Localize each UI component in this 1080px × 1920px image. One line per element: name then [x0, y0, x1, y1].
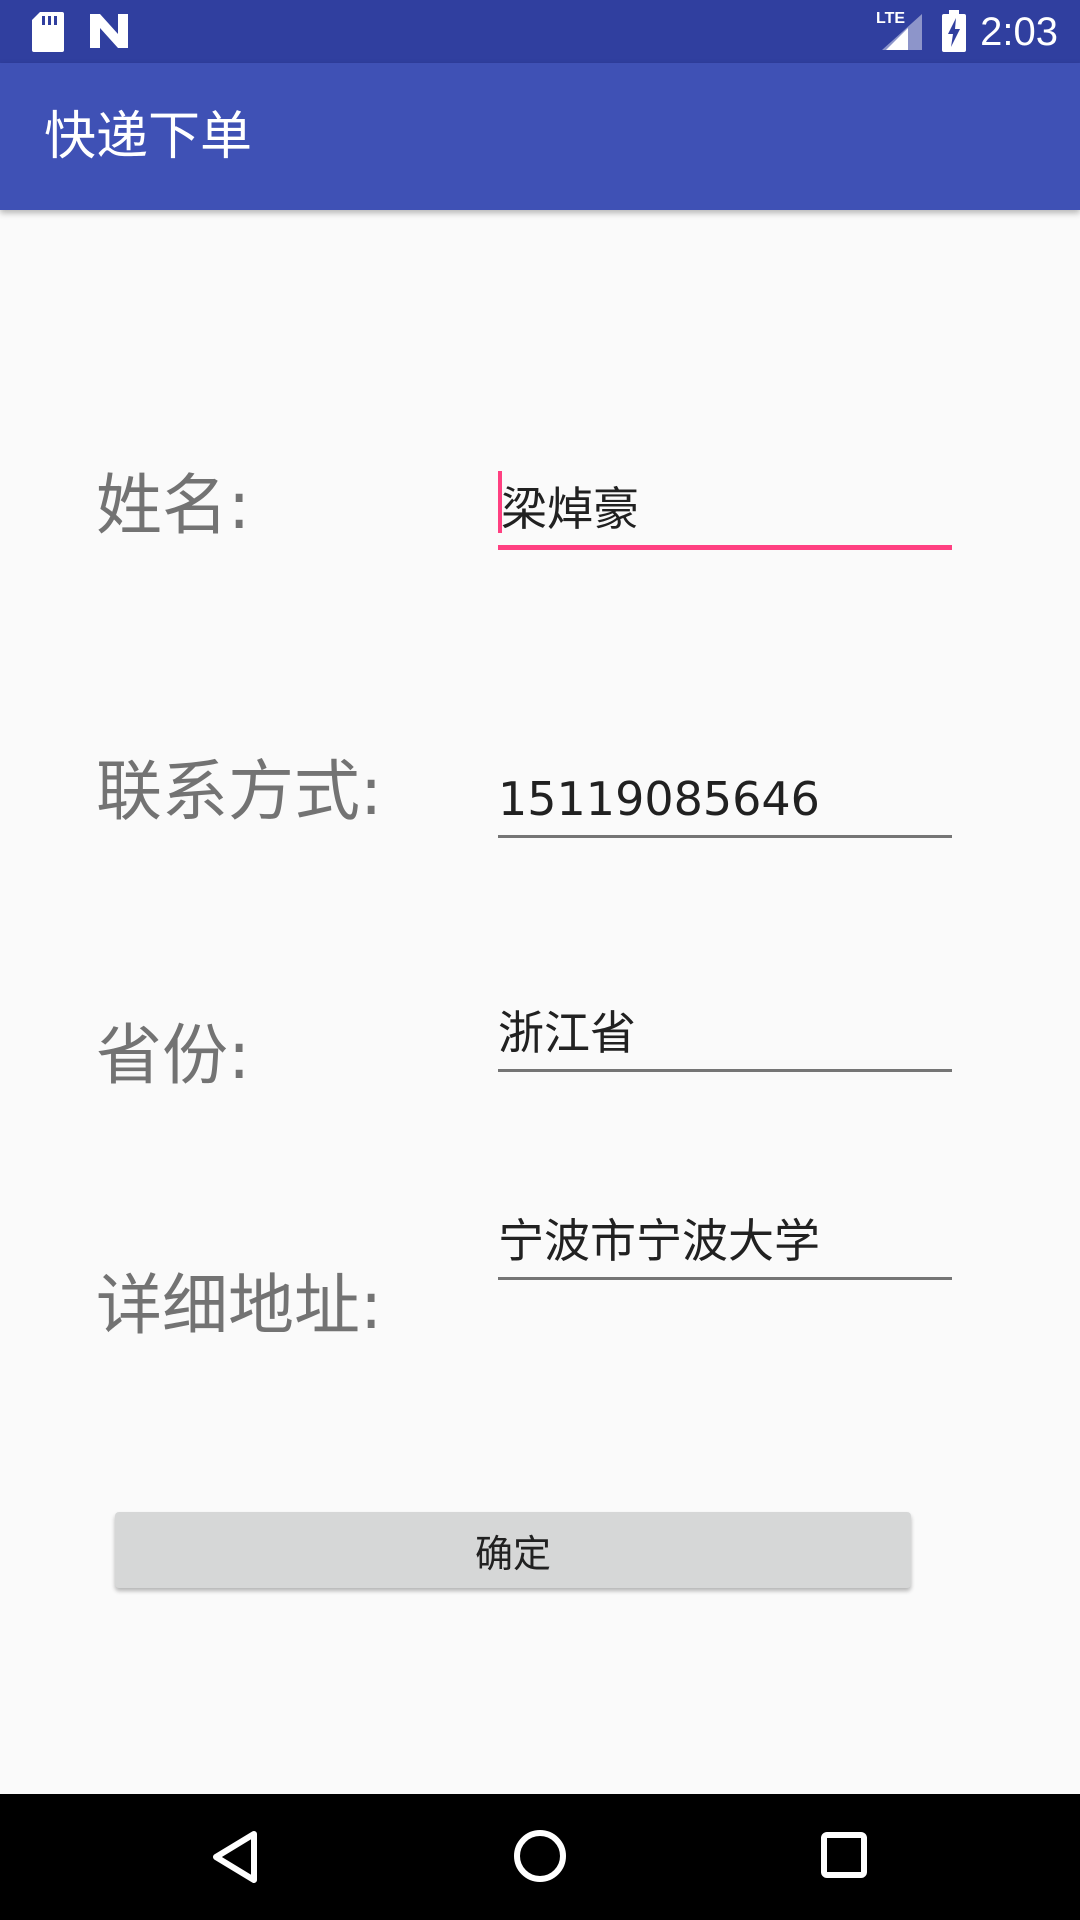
- notification-n-icon: [90, 14, 128, 48]
- app-bar: 快递下单: [0, 63, 1080, 210]
- address-label: 详细地址:: [96, 1267, 383, 1344]
- phone-value: 15119085646: [498, 772, 820, 826]
- battery-charging-icon: [942, 10, 966, 52]
- phone-label: 联系方式:: [96, 753, 383, 830]
- province-value: 浙江省: [498, 1006, 636, 1060]
- name-value: 梁焯豪: [501, 482, 639, 536]
- page-title: 快递下单: [44, 107, 253, 167]
- province-label: 省份:: [96, 1017, 251, 1094]
- status-time: 2:03: [980, 10, 1058, 54]
- sd-card-icon: [32, 12, 64, 52]
- province-field[interactable]: 浙江省: [498, 1000, 952, 1072]
- address-value: 宁波市宁波大学: [498, 1214, 820, 1268]
- status-bar: LTE 2:03: [0, 0, 1080, 63]
- name-field[interactable]: 梁焯豪: [498, 471, 952, 550]
- home-icon[interactable]: [513, 1829, 567, 1883]
- phone-field[interactable]: 15119085646: [498, 766, 952, 838]
- address-field[interactable]: 宁波市宁波大学: [498, 1208, 952, 1280]
- recents-icon[interactable]: [821, 1832, 867, 1878]
- name-label: 姓名:: [96, 467, 251, 544]
- back-icon[interactable]: [210, 1830, 260, 1884]
- confirm-button[interactable]: 确定: [115, 1512, 911, 1588]
- lte-signal-icon: [882, 14, 922, 50]
- navigation-bar: [0, 1794, 1080, 1920]
